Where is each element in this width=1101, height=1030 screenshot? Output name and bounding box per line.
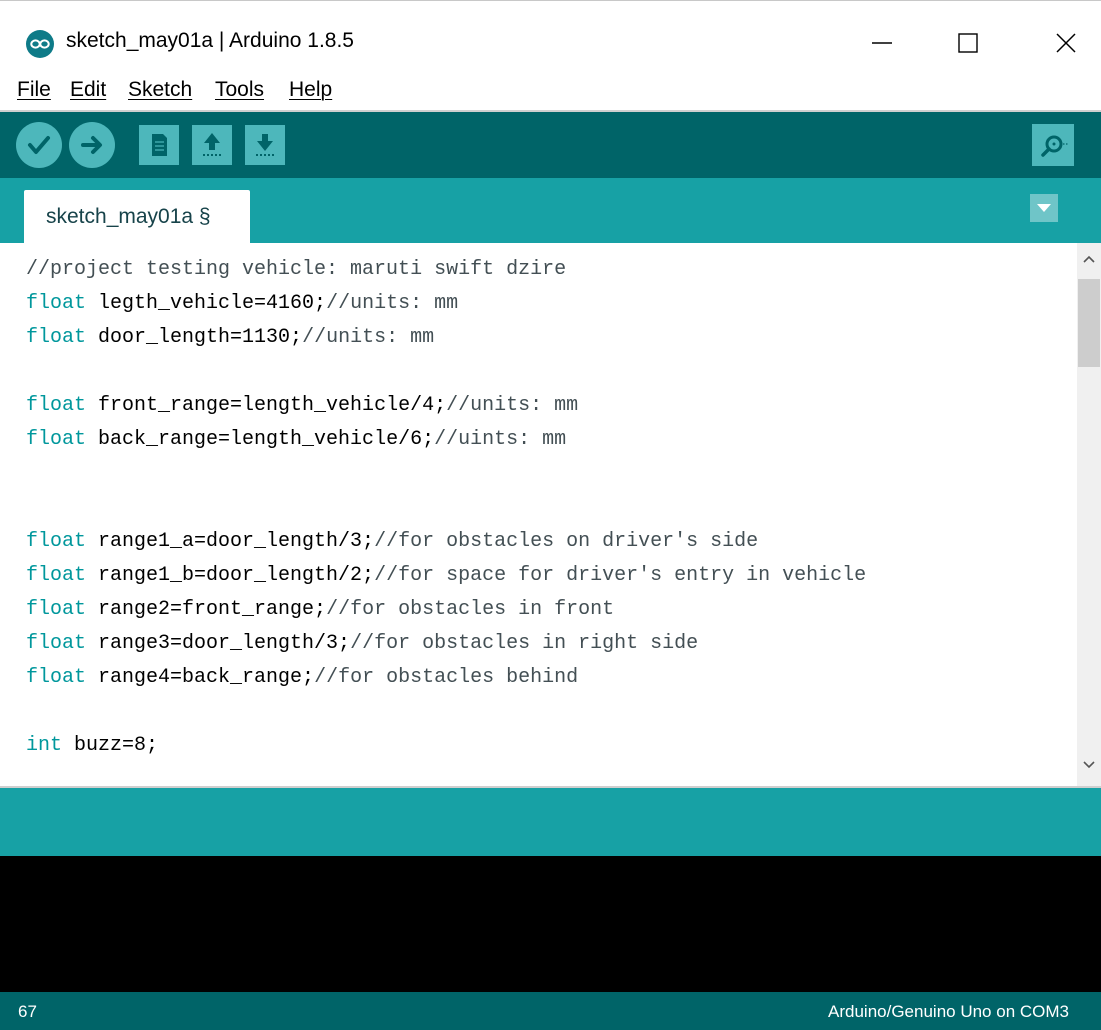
comment: //units: mm (326, 292, 459, 315)
comment: //for obstacles on driver's side (374, 530, 759, 553)
keyword: float (26, 598, 87, 621)
save-button[interactable] (245, 125, 285, 165)
code-line[interactable]: float range4=back_range;//for obstacles … (26, 661, 866, 695)
new-button[interactable] (139, 125, 179, 165)
comment: //for obstacles in right side (350, 632, 699, 655)
upload-button[interactable] (69, 122, 115, 168)
code-line[interactable] (26, 695, 866, 729)
verify-icon (28, 136, 50, 154)
message-area (0, 788, 1101, 856)
code-line[interactable] (26, 491, 866, 525)
code-line[interactable]: int buzz=8; (26, 729, 866, 763)
maximize-icon (958, 33, 978, 53)
minimize-icon (872, 42, 892, 44)
close-icon (1056, 33, 1076, 53)
scroll-down-icon[interactable] (1082, 757, 1096, 775)
code-line[interactable]: //project testing vehicle: maruti swift … (26, 253, 866, 287)
code-line[interactable]: float front_range=length_vehicle/4;//uni… (26, 389, 866, 423)
menu-sketch[interactable]: Sketch (128, 78, 192, 102)
open-button[interactable] (192, 125, 232, 165)
keyword: float (26, 530, 87, 553)
menu-bar: File Edit Sketch Tools Help (0, 70, 1101, 112)
keyword: float (26, 564, 87, 587)
code-line[interactable]: float range1_b=door_length/2;//for space… (26, 559, 866, 593)
code-line[interactable]: float range2=front_range;//for obstacles… (26, 593, 866, 627)
keyword: float (26, 428, 87, 451)
tab-bar: sketch_may01a § (0, 178, 1101, 243)
status-bar: 67 Arduino/Genuino Uno on COM3 (0, 992, 1101, 1030)
code-line[interactable]: float legth_vehicle=4160;//units: mm (26, 287, 866, 321)
menu-edit[interactable]: Edit (70, 78, 106, 102)
serial-monitor-button[interactable] (1032, 124, 1074, 166)
chevron-down-icon (1037, 204, 1051, 212)
code-line[interactable] (26, 457, 866, 491)
new-icon (152, 134, 167, 156)
serial-monitor-icon (1041, 135, 1068, 157)
comment: //for obstacles in front (326, 598, 615, 621)
comment: //units: mm (446, 394, 579, 417)
open-icon (203, 133, 221, 156)
code-line[interactable]: float range3=door_length/3;//for obstacl… (26, 627, 866, 661)
toolbar (0, 112, 1101, 178)
board-port-label: Arduino/Genuino Uno on COM3 (828, 1002, 1069, 1021)
title-bar: sketch_may01a | Arduino 1.8.5 (0, 0, 1101, 70)
comment: //for obstacles behind (314, 666, 579, 689)
comment: //for space for driver's entry in vehicl… (374, 564, 867, 587)
close-button[interactable] (1036, 21, 1096, 65)
keyword: float (26, 326, 87, 349)
comment: //units: mm (302, 326, 435, 349)
line-number: 67 (18, 1002, 37, 1021)
tab-sketch-may01a[interactable]: sketch_may01a § (24, 190, 250, 243)
comment: //project testing vehicle: maruti swift … (26, 258, 567, 281)
code-area[interactable]: //project testing vehicle: maruti swift … (26, 253, 866, 763)
keyword: float (26, 292, 87, 315)
keyword: float (26, 632, 87, 655)
code-editor[interactable]: //project testing vehicle: maruti swift … (0, 243, 1101, 788)
window-title: sketch_may01a | Arduino 1.8.5 (66, 29, 354, 52)
menu-tools[interactable]: Tools (215, 78, 264, 102)
code-line[interactable]: float door_length=1130;//units: mm (26, 321, 866, 355)
upload-icon (81, 136, 102, 154)
code-line[interactable] (26, 355, 866, 389)
arduino-infinity-icon (26, 30, 54, 58)
console-output[interactable] (0, 856, 1101, 992)
keyword: float (26, 666, 87, 689)
scroll-up-icon[interactable] (1082, 251, 1096, 269)
keyword: int (26, 734, 63, 757)
code-line[interactable]: float range1_a=door_length/3;//for obsta… (26, 525, 866, 559)
menu-help[interactable]: Help (289, 78, 332, 102)
verify-button[interactable] (16, 122, 62, 168)
menu-file[interactable]: File (17, 78, 51, 102)
scrollbar-thumb[interactable] (1078, 279, 1100, 367)
maximize-button[interactable] (938, 21, 998, 65)
comment: //uints: mm (434, 428, 567, 451)
save-icon (256, 134, 274, 156)
tab-menu-button[interactable] (1030, 194, 1058, 222)
keyword: float (26, 394, 87, 417)
code-line[interactable]: float back_range=length_vehicle/6;//uint… (26, 423, 866, 457)
minimize-button[interactable] (852, 21, 912, 65)
